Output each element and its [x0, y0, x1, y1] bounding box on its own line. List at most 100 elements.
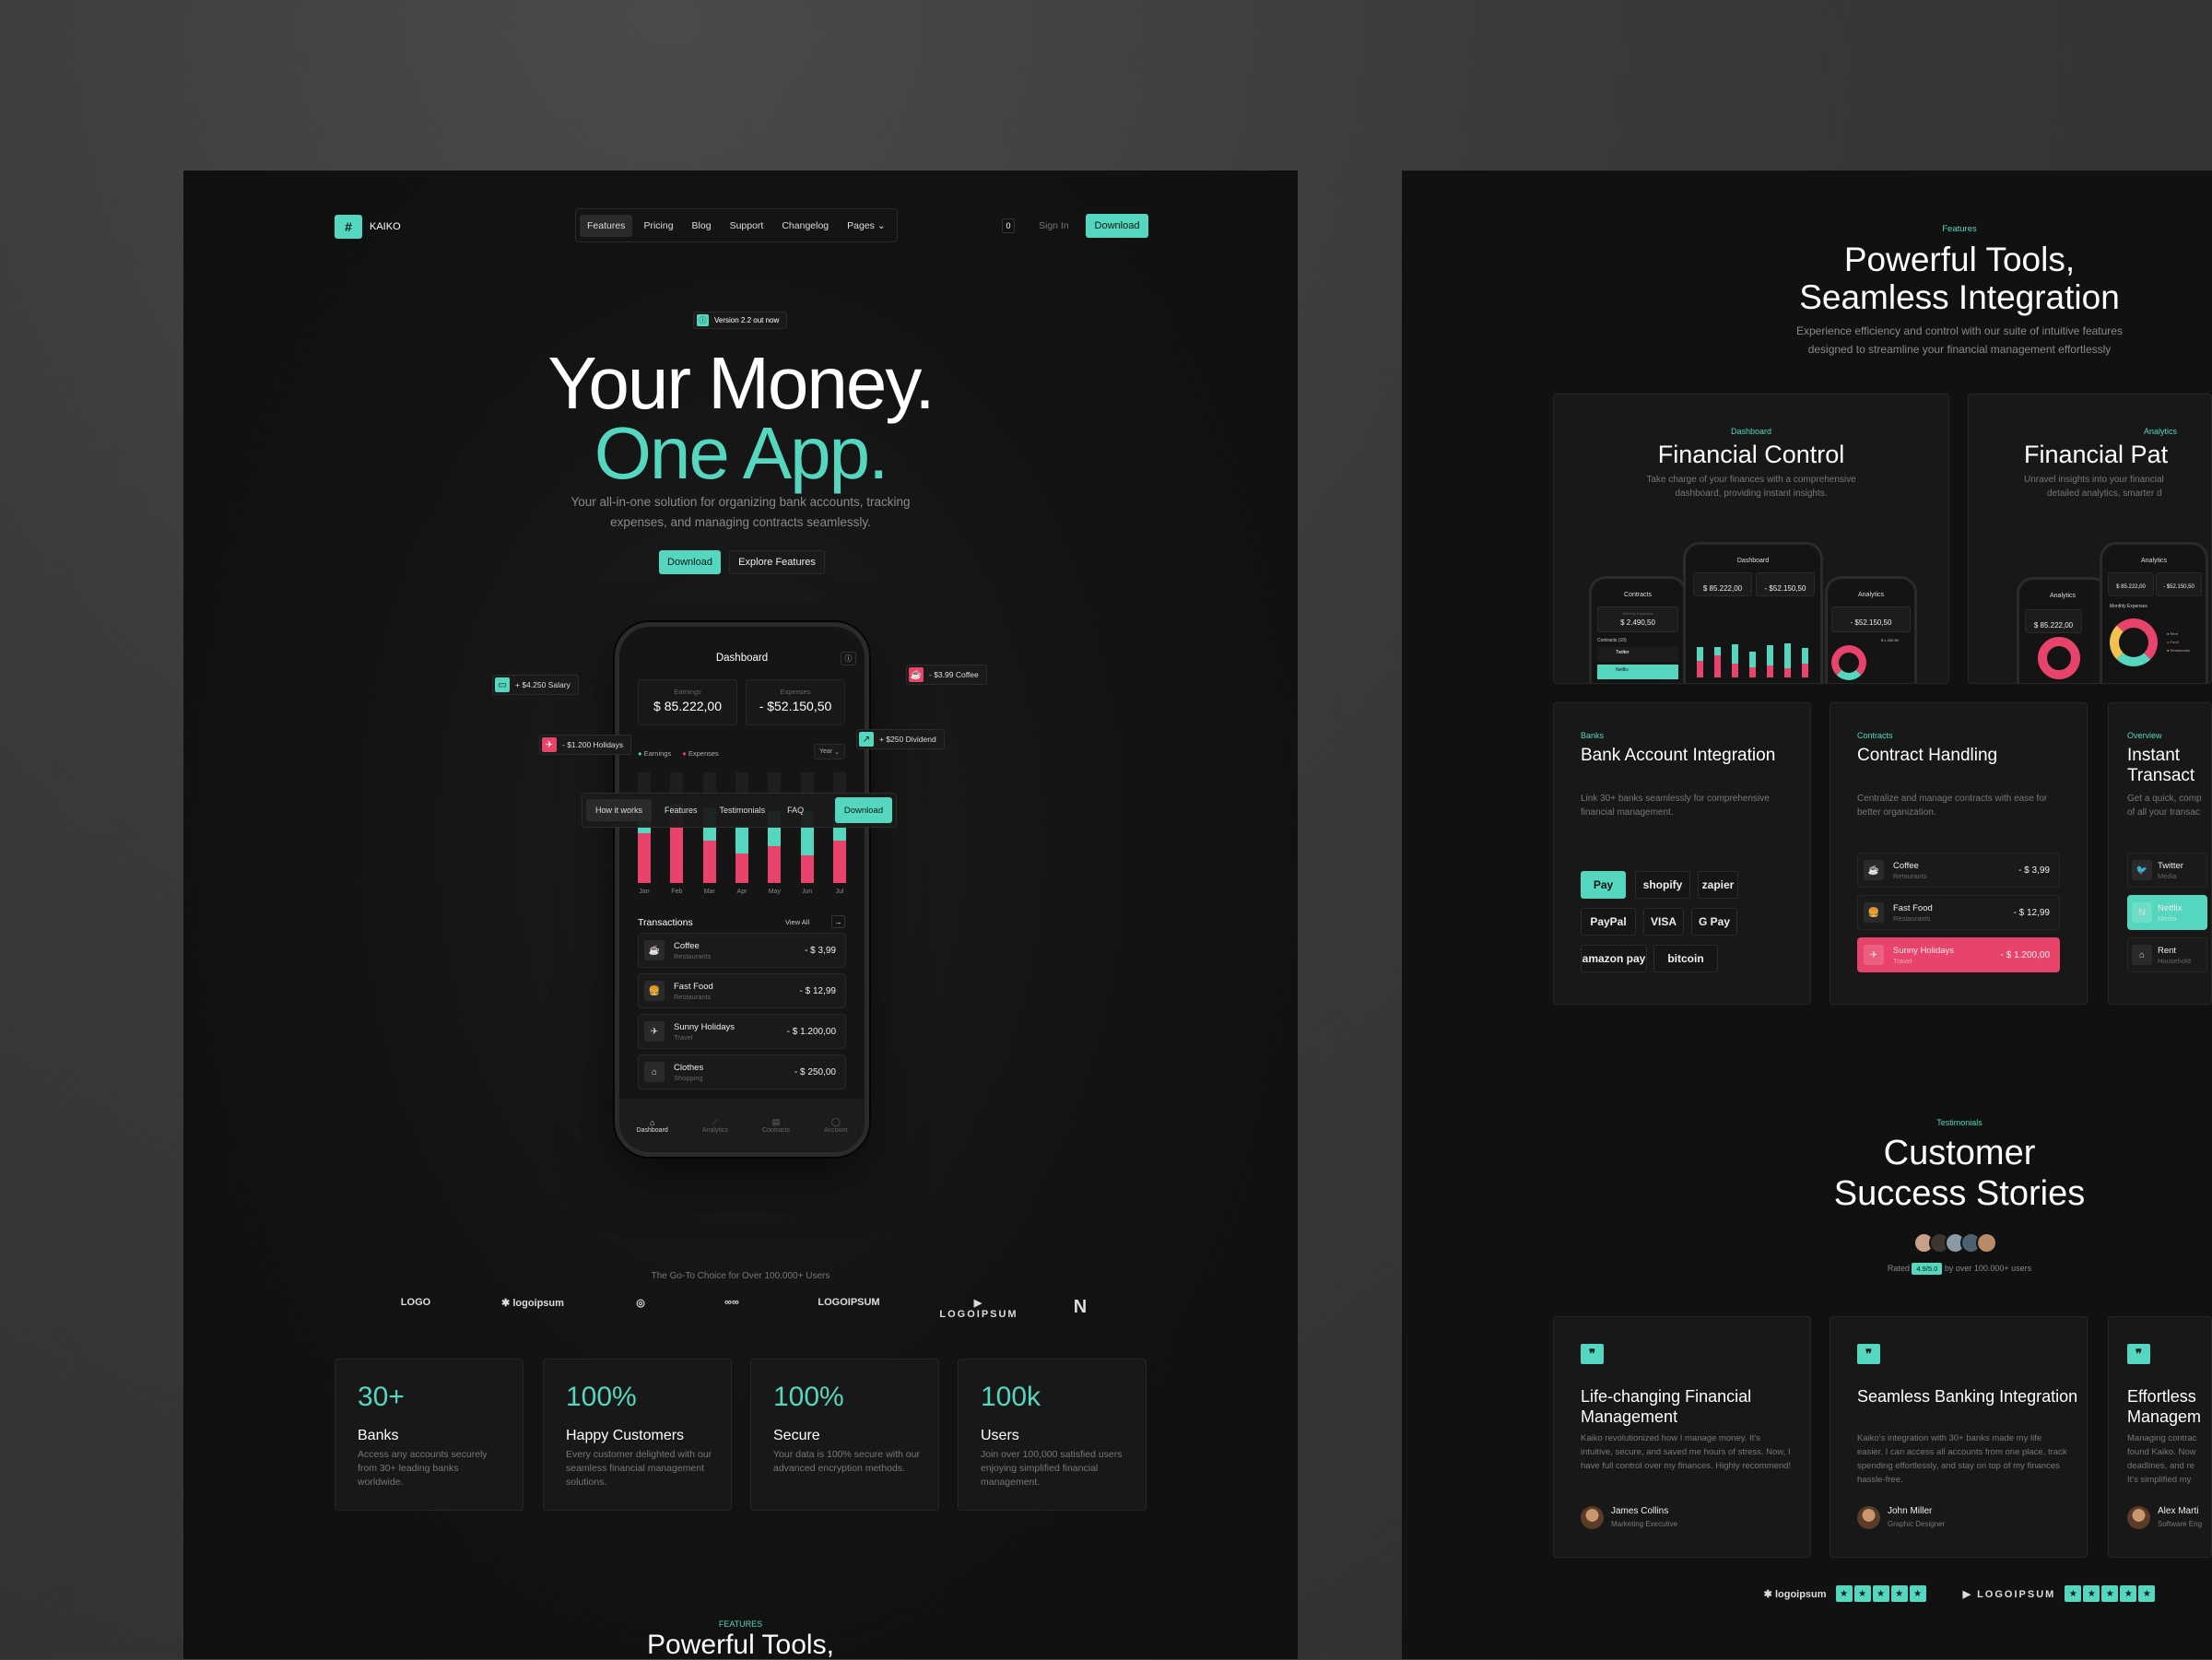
list-row[interactable]: ✈ Sunny Holidays Travel - $ 1.200,00 [1857, 937, 2060, 972]
bar-earnings-apr [735, 825, 748, 854]
mini-bar-earnings [1714, 647, 1721, 655]
expenses-value: - $52.150,50 [759, 699, 832, 713]
transaction-amount: - $ 1.200,00 [786, 1026, 836, 1037]
testimonial-text: Kaiko's integration with 30+ banks made … [1857, 1433, 2067, 1485]
features-title-line1: Powerful Tools, [1843, 241, 2076, 278]
version-badge[interactable]: ⓘ Version 2.2 out now [693, 312, 788, 329]
month-label: Feb [671, 889, 683, 895]
sticky-nav-faq[interactable]: FAQ [778, 799, 813, 821]
stat-label: Happy Customers [566, 1428, 685, 1443]
list-row[interactable]: 🐦 Twitter Media [2127, 853, 2207, 888]
star-icon: ★ [2101, 1585, 2119, 1602]
tab-account[interactable]: ◯ Account [824, 1117, 847, 1134]
sticky-nav-testimonials[interactable]: Testimonials [711, 799, 775, 821]
transaction-category: Shopping [674, 1073, 703, 1082]
stat-value: 100% [566, 1382, 637, 1412]
list-row[interactable]: ☕ Coffee Retaurants - $ 3,99 [1857, 853, 2060, 888]
payment-chip-bitcoin: bitcoin [1653, 945, 1718, 972]
row-icon: N [2132, 902, 2152, 923]
stat-card: 100k Users Join over 100,000 satisfied use… [958, 1359, 1147, 1511]
list-row[interactable]: N Netflix Media [2127, 895, 2207, 930]
card-title: Contract Handling [1857, 746, 1998, 765]
phone-tab-bar: ⌂ Dashboard ⟋ Analytics ▤ Contracts ◯ Account [619, 1099, 865, 1152]
brand-logo[interactable]: # KAIKO [335, 215, 401, 239]
nav-item-support[interactable]: Support [723, 215, 771, 237]
stat-description: Every customer delighted with our seamle… [566, 1449, 712, 1488]
testimonial-card: ❞ Life-changing Financial Management Kaiko… [1553, 1316, 1811, 1558]
mini-bar-expenses [1714, 654, 1721, 677]
transaction-row[interactable]: 🍔 Fast Food Restaurants - $ 12,99 [638, 973, 846, 1008]
star-icon: ★ [2120, 1585, 2137, 1602]
transaction-category: Travel [674, 1032, 693, 1042]
mini-bar-expenses [1732, 663, 1738, 677]
nav-item-pricing[interactable]: Pricing [636, 215, 680, 237]
month-label: Mar [703, 889, 715, 895]
info-icon[interactable]: ⓘ [841, 652, 856, 665]
nav-item-changelog[interactable]: Changelog [774, 215, 836, 237]
star-icon: ★ [1890, 1585, 1908, 1602]
month-label: May [768, 889, 781, 895]
sticky-nav-how-it-works[interactable]: How it works [586, 799, 653, 821]
version-badge-text: Version 2.2 out now [714, 316, 780, 324]
earnings-card: Earnings $ 85.222,00 [638, 679, 737, 725]
nav-item-blog[interactable]: Blog [685, 215, 719, 237]
stat-value: 100% [773, 1382, 844, 1412]
stat-description: Join over 100,000 satisfied users enjoyi… [981, 1449, 1123, 1488]
testimonials-title-line1: Customer [1883, 1134, 2036, 1172]
row-name: Fast Food [1893, 902, 1933, 913]
analytics-icon: ⟋ [712, 1117, 719, 1126]
nav-item-features[interactable]: Features [580, 214, 633, 237]
hero-title-line1: Your Money. [547, 342, 935, 424]
earnings-expenses-bar-chart [638, 772, 846, 883]
donut-chart [1831, 645, 1866, 680]
view-all-link[interactable]: View All [785, 918, 809, 926]
bar-expenses-jun [800, 855, 814, 883]
tab-analytics[interactable]: ⟋ Analytics [702, 1117, 728, 1134]
testimonial-text: Kaiko revolutionized how I manage money.… [1581, 1433, 1792, 1471]
sticky-download-button[interactable]: Download [835, 797, 892, 823]
row-category: Household [2158, 956, 2191, 965]
period-select[interactable]: Year ⌄ [814, 744, 845, 759]
stat-description: Your data is 100% secure with our advanc… [773, 1449, 920, 1474]
transaction-row[interactable]: ☕ Coffee Restaurants - $ 3,99 [638, 933, 846, 968]
nav-download-button[interactable]: Download [1086, 214, 1148, 238]
hero-download-button[interactable]: Download [659, 550, 721, 574]
row-category: Retaurants [1893, 871, 1927, 880]
transaction-row[interactable]: ✈ Sunny Holidays Travel - $ 1.200,00 [638, 1014, 846, 1049]
row-category: Restaurants [1893, 913, 1931, 923]
list-row[interactable]: 🍔 Fast Food Restaurants - $ 12,99 [1857, 895, 2060, 930]
card-eyebrow: Overview [2127, 731, 2162, 740]
author-name: John Miller [1888, 1506, 1933, 1516]
donut-legend: ● Rent ● Food ● Restaurants [2167, 631, 2191, 653]
features-subtitle-line2: designed to streamline your financial ma… [1807, 343, 2112, 356]
row-amount: - $ 3,99 [2018, 865, 2050, 876]
star-rating: ★ ★ ★ ★ ★ [2065, 1585, 2156, 1602]
explore-features-button[interactable]: Explore Features [729, 550, 825, 574]
card-description: Centralize and manage contracts with eas… [1857, 794, 2048, 818]
mini-bar-expenses [1767, 665, 1773, 677]
mini-bar-earnings [1732, 644, 1738, 664]
tab-dashboard[interactable]: ⌂ Dashboard [637, 1118, 668, 1134]
tab-contracts[interactable]: ▤ Contracts [762, 1117, 790, 1134]
hero-title-line2: One App. [594, 412, 889, 494]
author-name: James Collins [1611, 1506, 1669, 1516]
review-logo: ▶ LOGOIPSUM [1962, 1588, 2056, 1600]
stat-value: 30+ [358, 1382, 405, 1412]
author-role: Graphic Designer [1888, 1520, 1946, 1528]
transaction-row[interactable]: ⌂ Clothes Shopping - $ 250,00 [638, 1054, 846, 1089]
card-eyebrow: Contracts [1857, 731, 1893, 740]
arrow-right-icon[interactable]: → [831, 915, 845, 928]
row-category: Media [2158, 913, 2177, 923]
transaction-text: Coffee Restaurants [674, 941, 805, 960]
hero-subtitle-line1: Your all-in-one solution for organizing … [571, 495, 911, 509]
review-logos: ✱ logoipsum ★ ★ ★ ★ ★ ▶ LOGOIPSUM ★ ★ ★ ★ ★ [1707, 1585, 2212, 1602]
list-row[interactable]: ⌂ Rent Household [2127, 937, 2207, 972]
feature-card-dashboard: Dashboard Financial Control Take charge … [1553, 394, 1949, 684]
sign-in-link[interactable]: Sign In [1039, 220, 1069, 231]
avatar [1581, 1506, 1604, 1529]
sticky-nav-features[interactable]: Features [655, 799, 707, 821]
mini-bar-expenses [1802, 663, 1808, 677]
star-rating: ★ ★ ★ ★ ★ [1835, 1585, 1926, 1602]
mini-phone-analytics-front: Analytics $ 85.222,00 - $52.150,50 Month… [2100, 542, 2208, 683]
nav-item-pages[interactable]: Pages ⌄ [840, 215, 893, 237]
